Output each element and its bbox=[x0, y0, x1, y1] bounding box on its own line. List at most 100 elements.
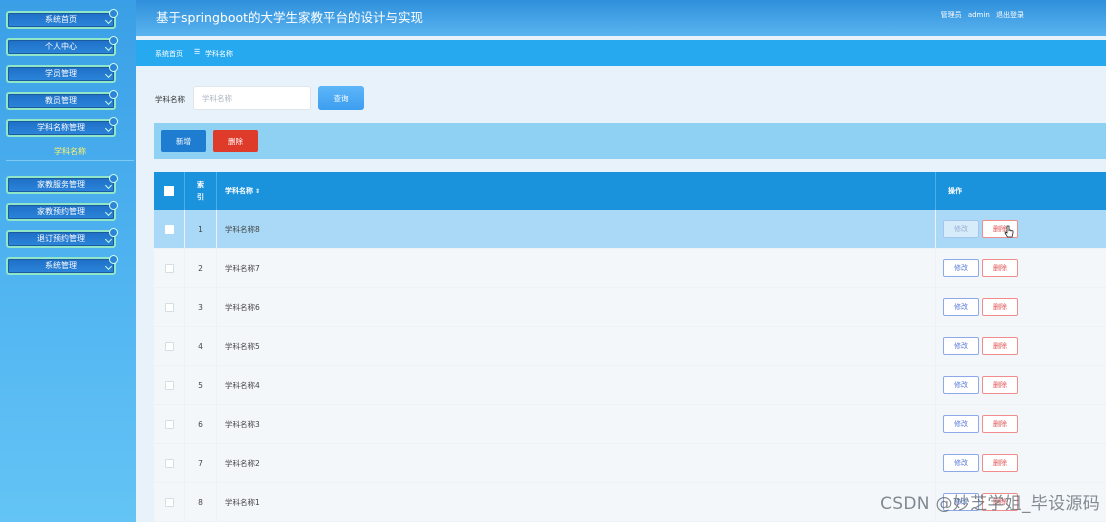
delete-button[interactable]: 删除 bbox=[982, 298, 1018, 316]
sidebar-item-students[interactable]: 学员管理 bbox=[6, 63, 118, 83]
curl-decoration-icon bbox=[109, 255, 118, 264]
breadcrumb: 系统首页 ☰ 学科名称 bbox=[136, 40, 1106, 66]
delete-button[interactable]: 删除 bbox=[982, 259, 1018, 277]
row-checkbox-cell bbox=[154, 287, 185, 327]
curl-decoration-icon bbox=[109, 36, 118, 45]
sidebar-item-home[interactable]: 系统首页 bbox=[6, 9, 118, 29]
delete-button[interactable]: 删除 bbox=[982, 337, 1018, 355]
row-checkbox[interactable] bbox=[164, 380, 174, 390]
header-name[interactable]: 学科名称 ⇕ bbox=[216, 172, 936, 210]
row-ops: 修改 删除 bbox=[935, 287, 1106, 327]
header-index-label: 索引 bbox=[197, 181, 204, 201]
row-subject-name: 学科名称7 bbox=[216, 248, 936, 288]
subject-table: 索引 学科名称 ⇕ 操作 1 学科名称8 修改 删除 2 学科名称7 修改 删除 3 学科名称6 修改… bbox=[154, 172, 1106, 522]
sidebar-item-booking-cancel[interactable]: 退订预约管理 bbox=[6, 228, 118, 248]
chevron-down-icon bbox=[104, 43, 113, 52]
sidebar-item-label: 家教服务管理 bbox=[37, 180, 85, 189]
search-form: 学科名称 查询 bbox=[136, 66, 1106, 124]
sidebar-item-label: 系统首页 bbox=[45, 15, 77, 24]
logout-link[interactable]: 退出登录 bbox=[996, 11, 1024, 19]
row-checkbox[interactable] bbox=[164, 224, 174, 234]
sidebar-item-label: 家教预约管理 bbox=[37, 207, 85, 216]
sidebar-item-tutoring-booking[interactable]: 家教预约管理 bbox=[6, 201, 118, 221]
row-index: 3 bbox=[184, 287, 217, 327]
delete-button[interactable]: 删除 bbox=[982, 454, 1018, 472]
edit-button[interactable]: 修改 bbox=[943, 337, 979, 355]
top-header: 基于springboot的大学生家教平台的设计与实现 管理员 admin 退出登… bbox=[136, 0, 1106, 36]
chevron-down-icon bbox=[104, 208, 113, 217]
row-ops: 修改 删除 bbox=[935, 443, 1106, 483]
curl-decoration-icon bbox=[109, 201, 118, 210]
sidebar-subitem-subject-name[interactable]: 学科名称 bbox=[6, 144, 134, 161]
row-index: 4 bbox=[184, 326, 217, 366]
row-index: 8 bbox=[184, 482, 217, 522]
edit-button[interactable]: 修改 bbox=[943, 454, 979, 472]
row-subject-name: 学科名称5 bbox=[216, 326, 936, 366]
header-checkbox-cell bbox=[154, 172, 185, 210]
table-row[interactable]: 4 学科名称5 修改 删除 bbox=[154, 326, 1106, 366]
edit-button[interactable]: 修改 bbox=[943, 259, 979, 277]
row-ops: 修改 删除 bbox=[935, 210, 1106, 249]
row-subject-name: 学科名称1 bbox=[216, 482, 936, 522]
add-button[interactable]: 新增 bbox=[161, 130, 206, 152]
table-row[interactable]: 1 学科名称8 修改 删除 bbox=[154, 210, 1106, 249]
sidebar-item-label: 退订预约管理 bbox=[37, 234, 85, 243]
table-row[interactable]: 3 学科名称6 修改 删除 bbox=[154, 287, 1106, 327]
chevron-down-icon bbox=[104, 70, 113, 79]
row-checkbox-cell bbox=[154, 210, 185, 249]
row-ops: 修改 删除 bbox=[935, 248, 1106, 288]
row-subject-name: 学科名称4 bbox=[216, 365, 936, 405]
delete-button[interactable]: 删除 bbox=[982, 376, 1018, 394]
row-checkbox[interactable] bbox=[164, 341, 174, 351]
table-row[interactable]: 6 学科名称3 修改 删除 bbox=[154, 404, 1106, 444]
action-bar: 新增 删除 bbox=[154, 123, 1106, 159]
row-checkbox-cell bbox=[154, 404, 185, 444]
row-ops: 修改 删除 bbox=[935, 326, 1106, 366]
row-index: 7 bbox=[184, 443, 217, 483]
sidebar-item-teachers[interactable]: 教员管理 bbox=[6, 90, 118, 110]
header-name-label: 学科名称 bbox=[225, 187, 253, 195]
batch-delete-button[interactable]: 删除 bbox=[213, 130, 258, 152]
edit-button[interactable]: 修改 bbox=[943, 220, 979, 238]
table-row[interactable]: 7 学科名称2 修改 删除 bbox=[154, 443, 1106, 483]
row-index: 1 bbox=[184, 210, 217, 249]
row-index: 2 bbox=[184, 248, 217, 288]
curl-decoration-icon bbox=[109, 63, 118, 72]
table-row[interactable]: 2 学科名称7 修改 删除 bbox=[154, 248, 1106, 288]
search-input[interactable] bbox=[193, 86, 311, 110]
row-checkbox-cell bbox=[154, 365, 185, 405]
sidebar-item-profile[interactable]: 个人中心 bbox=[6, 36, 118, 56]
row-checkbox-cell bbox=[154, 248, 185, 288]
row-subject-name: 学科名称6 bbox=[216, 287, 936, 327]
username: admin bbox=[967, 11, 990, 19]
watermark: CSDN @妙芝学姐_毕设源码 bbox=[880, 494, 1100, 514]
sidebar-item-tutoring-service[interactable]: 家教服务管理 bbox=[6, 174, 118, 194]
curl-decoration-icon bbox=[109, 90, 118, 99]
breadcrumb-home[interactable]: 系统首页 bbox=[155, 49, 183, 59]
app-title: 基于springboot的大学生家教平台的设计与实现 bbox=[156, 10, 424, 25]
row-checkbox-cell bbox=[154, 482, 185, 522]
edit-button[interactable]: 修改 bbox=[943, 415, 979, 433]
row-checkbox-cell bbox=[154, 443, 185, 483]
chevron-down-icon bbox=[104, 235, 113, 244]
header-index: 索引 bbox=[184, 172, 217, 210]
row-checkbox[interactable] bbox=[164, 263, 174, 273]
chevron-down-icon bbox=[104, 262, 113, 271]
sidebar-item-label: 学员管理 bbox=[45, 69, 77, 78]
curl-decoration-icon bbox=[109, 117, 118, 126]
sidebar-item-system[interactable]: 系统管理 bbox=[6, 255, 118, 275]
delete-button[interactable]: 删除 bbox=[982, 415, 1018, 433]
search-label: 学科名称 bbox=[155, 95, 185, 104]
chevron-up-icon bbox=[104, 124, 113, 133]
row-checkbox[interactable] bbox=[164, 458, 174, 468]
edit-button[interactable]: 修改 bbox=[943, 298, 979, 316]
table-row[interactable]: 5 学科名称4 修改 删除 bbox=[154, 365, 1106, 405]
sort-icon[interactable]: ⇕ bbox=[255, 188, 260, 195]
row-checkbox[interactable] bbox=[164, 497, 174, 507]
edit-button[interactable]: 修改 bbox=[943, 376, 979, 394]
sidebar-item-subjects[interactable]: 学科名称管理 bbox=[6, 117, 118, 137]
select-all-checkbox[interactable] bbox=[164, 186, 174, 196]
row-checkbox[interactable] bbox=[164, 302, 174, 312]
row-checkbox[interactable] bbox=[164, 419, 174, 429]
search-button[interactable]: 查询 bbox=[318, 86, 364, 110]
